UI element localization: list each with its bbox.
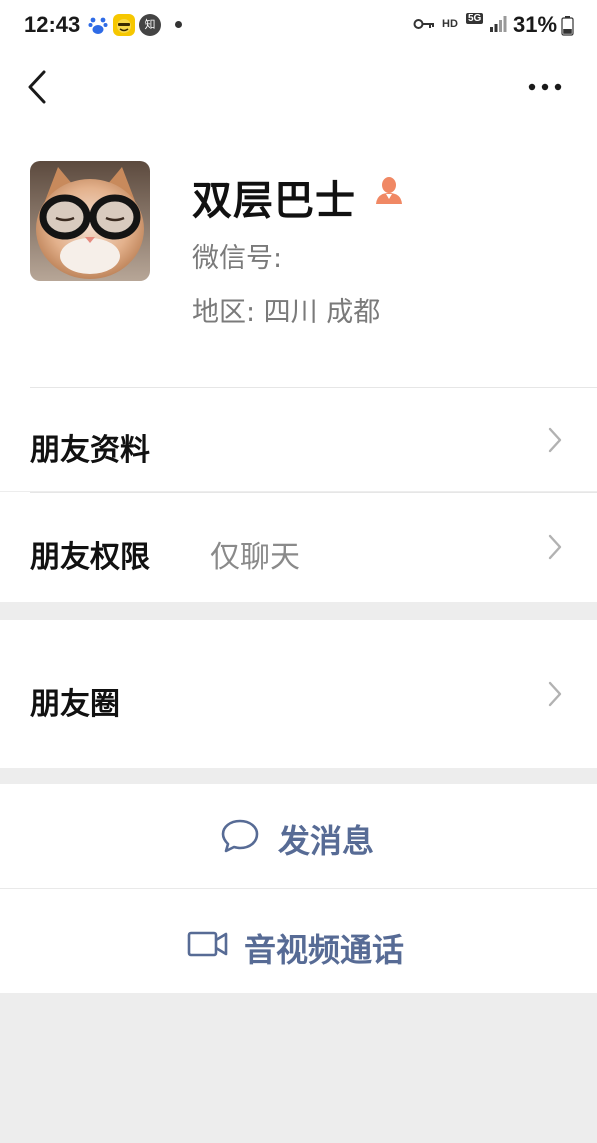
contact-name: 双层巴士: [192, 178, 356, 224]
avatar-image: [30, 161, 150, 281]
network-type-label: 5G: [466, 13, 484, 24]
row-title: 朋友圈: [30, 687, 120, 722]
navigation-bar: [0, 52, 597, 132]
friend-profile-row[interactable]: 朋友资料: [0, 387, 597, 491]
chevron-right-icon: [548, 427, 562, 453]
avatar[interactable]: [30, 161, 150, 281]
battery-icon: [561, 16, 574, 36]
video-call-label: 音视频通话: [244, 931, 405, 969]
row-divider: [30, 492, 597, 493]
baidu-icon: [87, 14, 109, 36]
back-button[interactable]: [18, 66, 58, 110]
notification-dot-icon: [175, 21, 182, 28]
battery-percentage: 31%: [513, 12, 558, 37]
wechat-id-label: 微信号:: [192, 243, 283, 274]
signal-strength-icon: [490, 16, 507, 32]
row-value: 仅聊天: [210, 540, 300, 575]
chat-bubble-icon: [221, 819, 259, 853]
friend-permissions-row[interactable]: 朋友权限 仅聊天: [0, 492, 597, 602]
video-call-button[interactable]: 音视频通话: [0, 889, 597, 993]
send-message-label: 发消息: [278, 822, 375, 860]
moments-row[interactable]: 朋友圈: [0, 620, 597, 768]
row-divider: [30, 387, 597, 388]
chevron-right-icon: [548, 681, 562, 707]
status-time: 12:43: [24, 12, 81, 37]
video-camera-icon: [187, 931, 228, 957]
more-options-button[interactable]: [520, 74, 570, 104]
contact-profile-screen: 12:43 知 HD 5G 31% 双层巴士 微信号: 地区: 四川 成都 朋友…: [0, 0, 597, 1143]
network-hd-label: HD: [442, 18, 458, 30]
chevron-right-icon: [548, 534, 562, 560]
vpn-key-icon: [413, 19, 434, 29]
emoji-app-icon: [113, 14, 135, 36]
status-bar: 12:43 知 HD 5G 31%: [0, 0, 597, 52]
send-message-button[interactable]: 发消息: [0, 784, 597, 888]
more-icon: [528, 83, 562, 91]
region-label: 地区: 四川 成都: [192, 297, 381, 328]
chevron-left-icon: [28, 70, 46, 104]
zhihu-icon: 知: [139, 14, 161, 36]
profile-header: 双层巴士 微信号: 地区: 四川 成都: [0, 132, 597, 387]
row-title: 朋友资料: [30, 433, 150, 468]
row-title: 朋友权限: [30, 540, 150, 575]
user-badge-icon: [376, 177, 402, 204]
